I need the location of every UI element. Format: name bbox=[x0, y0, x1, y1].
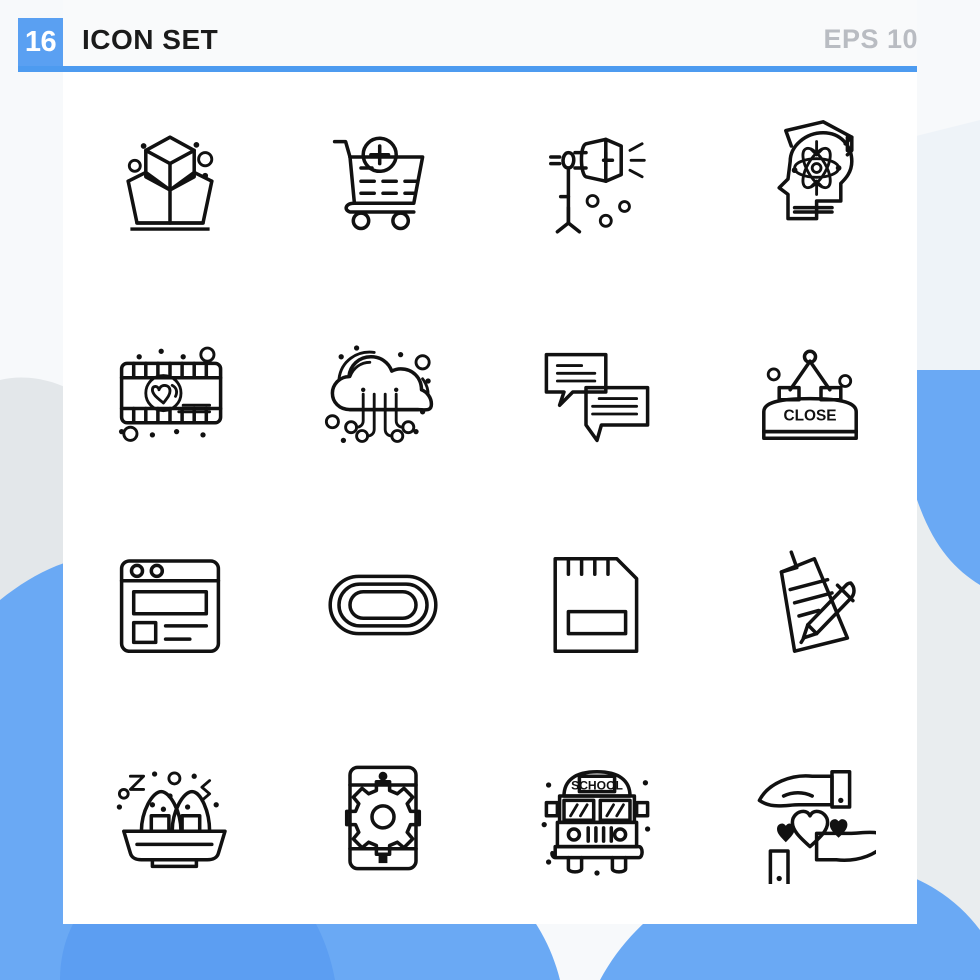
page-title: ICON SET bbox=[82, 24, 219, 55]
icon-cell-browser-layout[interactable] bbox=[63, 498, 277, 711]
school-bus-text: SCHOOL bbox=[571, 778, 623, 792]
icon-cell-onigiri-plate[interactable] bbox=[63, 711, 277, 924]
icon-cell-studio-light[interactable] bbox=[490, 72, 704, 285]
close-sign-text: CLOSE bbox=[784, 407, 837, 424]
icon-cell-chat-bubbles[interactable] bbox=[490, 285, 704, 498]
icon-cell-romance-film[interactable] bbox=[63, 285, 277, 498]
icon-cell-cloud-network[interactable] bbox=[277, 285, 491, 498]
icon-count-badge: 16 bbox=[18, 18, 63, 66]
icon-cell-open-box[interactable] bbox=[63, 72, 277, 285]
sheet-header: 16 ICON SET EPS 10 bbox=[0, 0, 980, 72]
icon-cell-hands-heart[interactable] bbox=[704, 711, 918, 924]
format-label: EPS 10 bbox=[823, 24, 918, 54]
icon-cell-document-pencil[interactable] bbox=[704, 498, 918, 711]
icon-cell-add-to-cart[interactable] bbox=[277, 72, 491, 285]
icon-cell-running-track[interactable] bbox=[277, 498, 491, 711]
icon-grid: CLOSE SCHOOL bbox=[63, 72, 917, 924]
icon-cell-phone-settings[interactable] bbox=[277, 711, 491, 924]
icon-cell-close-sign[interactable]: CLOSE bbox=[704, 285, 918, 498]
icon-cell-sd-card[interactable] bbox=[490, 498, 704, 711]
icon-cell-knowledge-head[interactable] bbox=[704, 72, 918, 285]
icon-cell-school-bus[interactable]: SCHOOL bbox=[490, 711, 704, 924]
